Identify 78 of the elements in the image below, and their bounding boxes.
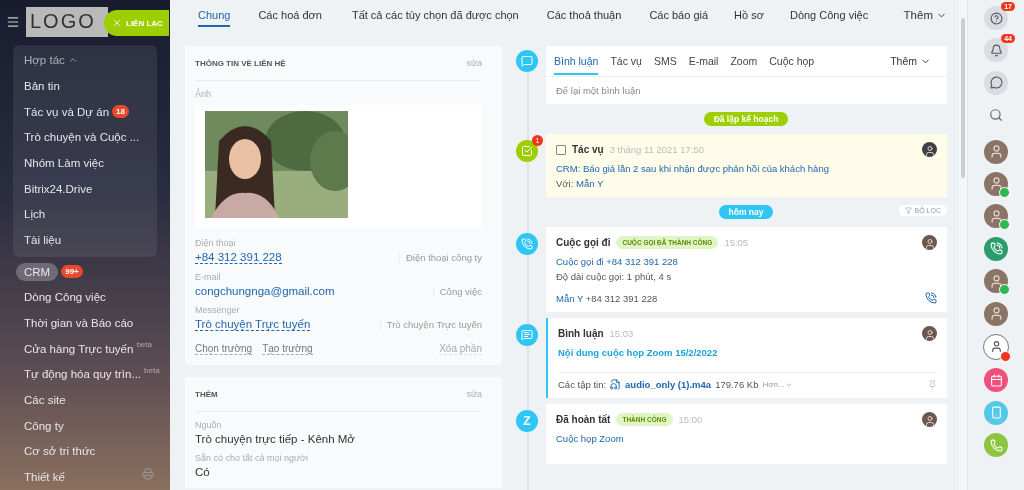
field-type: Điện thoại công ty (398, 252, 482, 263)
field-value: Trò chuyện trực tiếp - Kênh Mở (195, 433, 356, 445)
sidebar-item[interactable]: Bitrix24.Drive (13, 175, 93, 202)
task-link[interactable]: CRM: Báo giá lần 2 sau khi nhận được phản hồi của khách hàng (556, 163, 937, 174)
zoom-icon: Z (516, 410, 538, 432)
call-duration: Độ dài cuộc gọi: 1 phút, 4 s (556, 271, 673, 282)
entry-title: Đã hoàn tất (556, 414, 611, 425)
sidebar-item[interactable]: Các site (13, 387, 66, 413)
card-title: THÊM (195, 389, 218, 399)
field-label: Sẵn có cho tất cả mọi người (195, 453, 309, 463)
sidebar-item[interactable]: Dòng Công việc (13, 284, 106, 311)
field-type: Công việc (432, 285, 482, 297)
field-label: Điện thoại (195, 238, 237, 248)
entry-time: 15:05 (724, 237, 749, 248)
tab[interactable]: Các thoả thuận (546, 3, 622, 27)
tab[interactable]: Các báo giá (649, 3, 709, 27)
composer-tab[interactable]: Tác vụ (610, 47, 642, 75)
file-size: 179.76 Kb (715, 379, 759, 390)
field-value: Có (195, 466, 211, 478)
tab[interactable]: Các hoá đơn (258, 3, 322, 27)
call-contact: Mẫn Y +84 312 391 228 (556, 292, 658, 304)
entry-title: Tác vụ (572, 144, 604, 155)
files-label: Các tập tin: (558, 379, 607, 390)
entry-time: 15:03 (609, 328, 634, 339)
field-label: Messenger (195, 305, 241, 315)
field-label: E-mail (195, 272, 222, 282)
sidebar-item[interactable]: Công ty (13, 412, 64, 439)
group-label: Hợp tác (24, 54, 65, 67)
field-label: Nguồn (195, 420, 223, 430)
task-with: Với: Mẫn Y (556, 178, 605, 189)
sidebar-item[interactable]: Tự động hóa quy trìn... beta (13, 361, 160, 388)
tab[interactable]: Chung (198, 3, 231, 27)
beta-label: beta (136, 339, 152, 349)
field-type: Trò chuyện Trực tuyến (379, 319, 482, 330)
sidebar-item[interactable]: Cửa hàng Trực tuyến beta (13, 335, 152, 362)
composer-tab[interactable]: SMS (653, 47, 677, 75)
field-value[interactable]: congchungnga@gmail.com (195, 285, 335, 297)
composer-tab[interactable]: Zoom (730, 47, 758, 75)
logo: LOGO (26, 6, 108, 37)
sidebar-item[interactable]: Cơ sở tri thức (13, 438, 96, 465)
call-link[interactable]: Cuộc gọi đi +84 312 391 228 (556, 256, 937, 267)
field-label: Ảnh (195, 89, 212, 99)
sidebar-item[interactable]: CRM 99+ (13, 258, 83, 285)
group-header[interactable]: Hợp tác (13, 47, 78, 73)
sidebar-item[interactable]: Tác vụ và Dự án 18 (13, 98, 129, 125)
meeting-link[interactable]: Cuộc họp Zoom (556, 433, 937, 444)
sidebar-item[interactable]: Bản tin (13, 73, 60, 99)
sidebar-item[interactable]: Lịch (13, 201, 46, 228)
tab[interactable]: Hồ sơ (734, 3, 764, 27)
composer-tab[interactable]: Bình luận (554, 47, 599, 75)
comment-input[interactable]: Để lại một bình luận (546, 77, 947, 104)
more-tab[interactable]: Thêm (903, 9, 947, 21)
composer-tab[interactable]: Cuộc họp (769, 47, 815, 75)
sidebar-item[interactable]: Trò chuyện và Cuộc ... (13, 124, 140, 151)
sidebar-item[interactable]: Thiết kế (13, 464, 65, 490)
count-badge: 99+ (61, 265, 83, 279)
sidebar-item[interactable]: Thời gian và Báo cáo (13, 310, 134, 336)
comment-text: Nội dung cuộc họp Zoom 15/2/2022 (558, 347, 719, 358)
field-value[interactable]: +84 312 391 228 (195, 251, 282, 264)
beta-label: beta (144, 365, 160, 375)
field-action-link[interactable]: Tạo trường (262, 343, 313, 355)
composer-tab[interactable]: E-mail (688, 47, 719, 75)
count-badge: 18 (112, 105, 129, 119)
sidebar-item[interactable]: Tài liệu (13, 227, 62, 253)
tab[interactable]: Dòng Công việc (789, 3, 869, 27)
sidebar-item[interactable]: Nhóm Làm việc (13, 150, 104, 176)
card-title: THÔNG TIN VỀ LIÊN HỆ (195, 58, 286, 68)
entry-title: Cuộc gọi đi (556, 237, 611, 248)
entry-time: 3 tháng 11 2021 17:50 (609, 144, 705, 155)
field-value[interactable]: Trò chuyện Trực tuyến (195, 318, 311, 331)
status-pill: hôm nay (718, 205, 774, 219)
entry-time: 15:00 (678, 414, 703, 425)
field-action-link[interactable]: Chọn trường (195, 343, 253, 355)
entry-title: Bình luận (558, 328, 604, 339)
more-tab[interactable]: Thêm (890, 55, 931, 67)
status-pill: Đã lập kế hoạch (703, 112, 789, 126)
tab[interactable]: Tất cả các tùy chọn đã được chọn (351, 3, 519, 27)
file-link[interactable]: audio_only (1).m4a (625, 379, 712, 390)
